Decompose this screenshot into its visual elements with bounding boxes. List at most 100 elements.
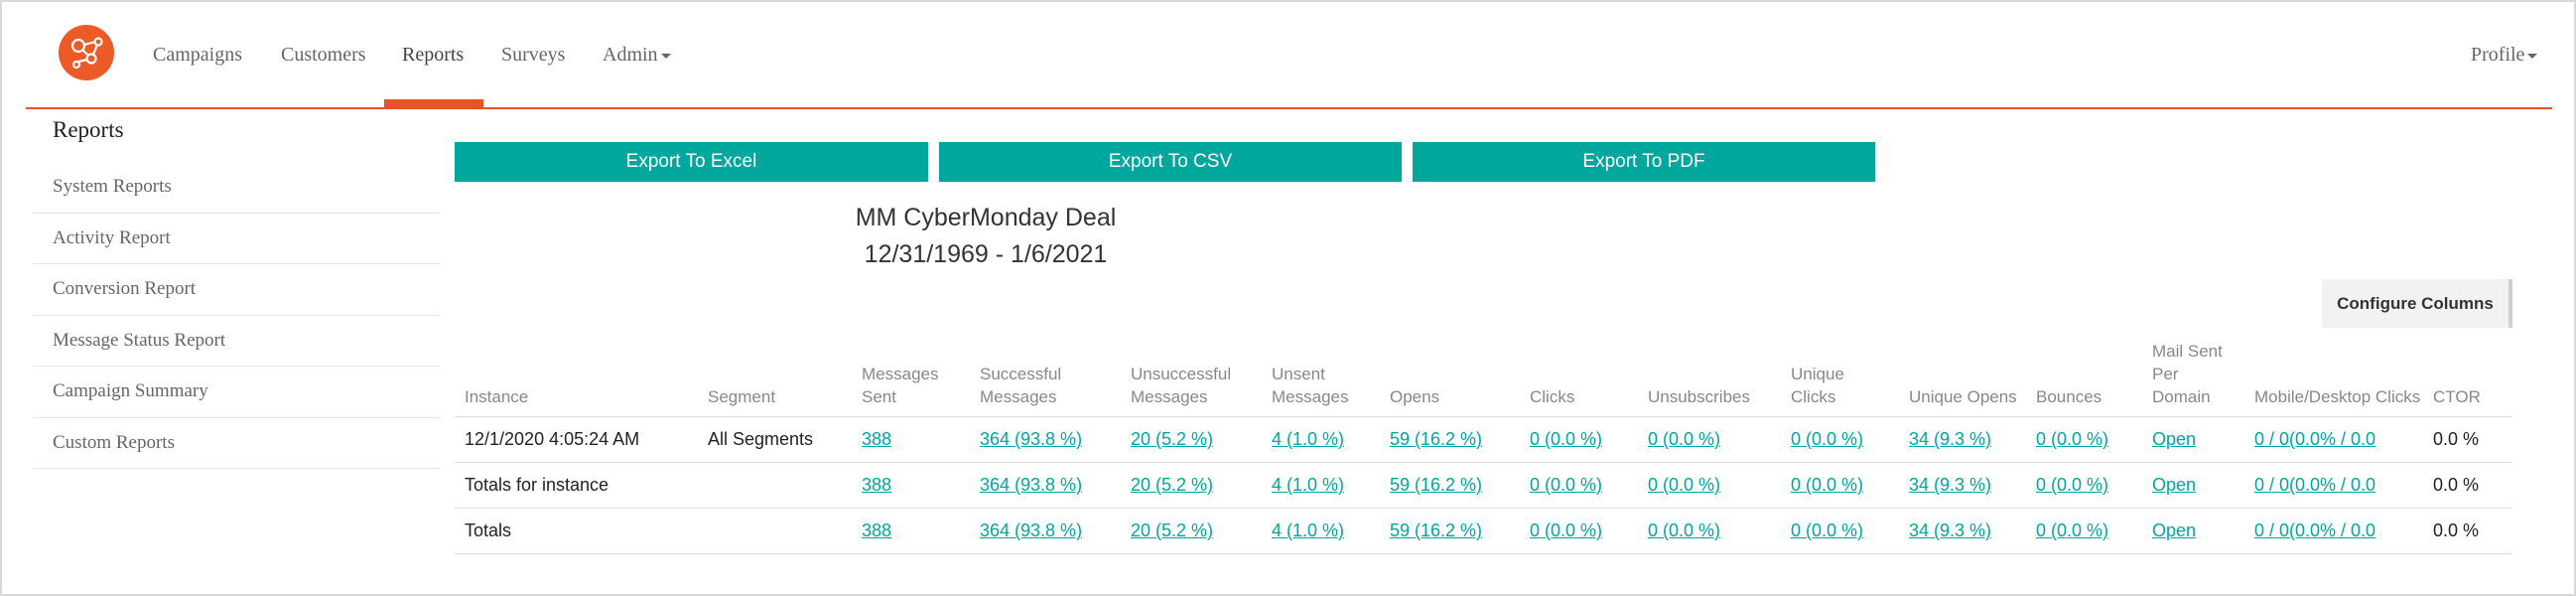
sidebar-title: Reports — [53, 117, 124, 142]
column-header-line: CTOR — [2433, 387, 2481, 406]
cell-bounces[interactable]: 0 (0.0 %) — [2036, 521, 2108, 541]
column-header-successful-messages: Successful Messages — [980, 363, 1061, 408]
column-header-line: Clicks — [1791, 387, 1836, 406]
cell-successful-messages[interactable]: 364 (93.8 %) — [980, 475, 1082, 496]
cell-bounces[interactable]: 0 (0.0 %) — [2036, 475, 2108, 496]
sidebar-item-message-status-report[interactable]: Message Status Report — [33, 316, 440, 367]
cell-unsuccessful-messages[interactable]: 20 (5.2 %) — [1131, 521, 1213, 541]
column-header-instance: Instance — [465, 385, 528, 408]
configure-columns-button[interactable]: Configure Columns — [2322, 279, 2512, 328]
chevron-down-icon — [660, 53, 671, 59]
cell-mail-sent-per-domain[interactable]: Open — [2152, 521, 2196, 541]
cell-opens[interactable]: 59 (16.2 %) — [1390, 521, 1482, 541]
cell-mail-sent-per-domain[interactable]: Open — [2152, 429, 2196, 450]
cell-unique-opens[interactable]: 34 (9.3 %) — [1909, 521, 1991, 541]
sidebar-item-campaign-summary[interactable]: Campaign Summary — [33, 367, 440, 418]
cell-unique-opens[interactable]: 34 (9.3 %) — [1909, 429, 1991, 450]
cell-ctor: 0.0 % — [2433, 429, 2480, 449]
cell-clicks[interactable]: 0 (0.0 %) — [1530, 429, 1602, 450]
sidebar-item-system-reports[interactable]: System Reports — [33, 162, 440, 214]
cell-successful-messages[interactable]: 364 (93.8 %) — [980, 429, 1082, 450]
cell-unsent-messages[interactable]: 4 (1.0 %) — [1272, 521, 1344, 541]
chevron-down-icon — [2527, 53, 2538, 59]
column-header-ctor: CTOR — [2433, 385, 2481, 408]
top-navbar: Campaigns Customers Reports Surveys Admi… — [26, 0, 2552, 109]
logo-icon[interactable] — [59, 25, 114, 80]
column-header-unsubscribes: Unsubscribes — [1648, 385, 1750, 408]
nav-profile[interactable]: Profile — [2471, 44, 2538, 67]
cell-messages-sent[interactable]: 388 — [862, 521, 891, 541]
nav-admin[interactable]: Admin — [603, 44, 671, 67]
column-header-unsuccessful-messages: Unsuccessful Messages — [1131, 363, 1231, 408]
report-date-range: 12/31/1969 - 1/6/2021 — [864, 240, 1108, 268]
cell-unique-clicks[interactable]: 0 (0.0 %) — [1791, 475, 1863, 496]
column-header-bounces: Bounces — [2036, 385, 2101, 408]
cell-mobile-desktop-clicks[interactable]: 0 / 0(0.0% / 0.0 — [2254, 429, 2375, 450]
column-header-line: Messages — [1131, 387, 1208, 406]
nav-surveys[interactable]: Surveys — [501, 44, 565, 67]
cell-unique-opens[interactable]: 34 (9.3 %) — [1909, 475, 1991, 496]
cell-instance: Totals — [465, 521, 512, 540]
column-header-line: Unique — [1791, 365, 1844, 383]
cell-instance: Totals for instance — [465, 475, 610, 495]
column-header-line: Opens — [1390, 387, 1440, 406]
cell-clicks[interactable]: 0 (0.0 %) — [1530, 521, 1602, 541]
cell-messages-sent[interactable]: 388 — [862, 429, 891, 450]
column-header-unique-clicks: Unique Clicks — [1791, 363, 1844, 408]
report-table: Instance Segment Messages Sent Successful Mes… — [455, 338, 2511, 554]
column-header-line: Sent — [862, 387, 896, 406]
column-header-line: Segment — [708, 387, 776, 406]
cell-mobile-desktop-clicks[interactable]: 0 / 0(0.0% / 0.0 — [2254, 475, 2375, 496]
sidebar-item-conversion-report[interactable]: Conversion Report — [33, 264, 440, 316]
column-header-line: Messages — [1272, 387, 1349, 406]
column-header-segment: Segment — [708, 385, 775, 408]
column-header-messages-sent: Messages Sent — [862, 363, 938, 408]
cell-unsent-messages[interactable]: 4 (1.0 %) — [1272, 475, 1344, 496]
column-header-line: Mobile/Desktop Clicks — [2254, 387, 2421, 406]
cell-bounces[interactable]: 0 (0.0 %) — [2036, 429, 2108, 450]
cell-clicks[interactable]: 0 (0.0 %) — [1530, 475, 1602, 496]
cell-unsuccessful-messages[interactable]: 20 (5.2 %) — [1131, 475, 1213, 496]
nav-admin-label: Admin — [603, 44, 658, 66]
cell-opens[interactable]: 59 (16.2 %) — [1390, 429, 1482, 450]
cell-mobile-desktop-clicks[interactable]: 0 / 0(0.0% / 0.0 — [2254, 521, 2375, 541]
column-header-line: Unique Opens — [1909, 387, 2017, 406]
export-pdf-button[interactable]: Export To PDF — [1413, 142, 1875, 182]
column-header-line: Unsuccessful — [1131, 365, 1232, 383]
column-header-unsent-messages: Unsent Messages — [1272, 363, 1348, 408]
table-header: Instance Segment Messages Sent Successful Mes… — [455, 338, 2511, 417]
table-row: Totals for instance 388 364 (93.8 %) 20 (5.… — [455, 463, 2511, 509]
column-header-line: Successful — [980, 365, 1062, 383]
column-header-line: Bounces — [2036, 387, 2102, 406]
cell-ctor: 0.0 % — [2433, 521, 2480, 540]
cell-unsubscribes[interactable]: 0 (0.0 %) — [1648, 521, 1720, 541]
cell-successful-messages[interactable]: 364 (93.8 %) — [980, 521, 1082, 541]
column-header-mail-sent-per-domain: Mail Sent Per Domain — [2152, 340, 2223, 408]
export-csv-button[interactable]: Export To CSV — [939, 142, 1402, 182]
cell-messages-sent[interactable]: 388 — [862, 475, 891, 496]
cell-unique-clicks[interactable]: 0 (0.0 %) — [1791, 521, 1863, 541]
cell-unsubscribes[interactable]: 0 (0.0 %) — [1648, 429, 1720, 450]
table-row: 12/1/2020 4:05:24 AM All Segments 388 364 (… — [455, 417, 2511, 463]
cell-mail-sent-per-domain[interactable]: Open — [2152, 475, 2196, 496]
column-header-line: Messages — [980, 387, 1057, 406]
export-excel-button[interactable]: Export To Excel — [455, 142, 928, 182]
cell-unsuccessful-messages[interactable]: 20 (5.2 %) — [1131, 429, 1213, 450]
cell-ctor: 0.0 % — [2433, 475, 2480, 495]
sidebar-item-custom-reports[interactable]: Custom Reports — [33, 418, 440, 469]
cell-unique-clicks[interactable]: 0 (0.0 %) — [1791, 429, 1863, 450]
cell-segment: All Segments — [708, 429, 814, 449]
column-header-line: Mail Sent — [2152, 342, 2223, 361]
nav-reports[interactable]: Reports — [402, 44, 464, 67]
column-header-unique-opens: Unique Opens — [1909, 385, 2017, 408]
report-title: MM CyberMonday Deal — [855, 204, 1117, 231]
nav-customers[interactable]: Customers — [281, 44, 366, 67]
nav-profile-label: Profile — [2471, 44, 2525, 66]
sidebar-item-activity-report[interactable]: Activity Report — [33, 214, 440, 264]
column-header-mobile-desktop-clicks: Mobile/Desktop Clicks — [2254, 385, 2420, 408]
cell-unsent-messages[interactable]: 4 (1.0 %) — [1272, 429, 1344, 450]
cell-opens[interactable]: 59 (16.2 %) — [1390, 475, 1482, 496]
cell-unsubscribes[interactable]: 0 (0.0 %) — [1648, 475, 1720, 496]
nav-campaigns[interactable]: Campaigns — [153, 44, 242, 67]
sidebar: System Reports Activity Report Conversio… — [33, 162, 440, 469]
